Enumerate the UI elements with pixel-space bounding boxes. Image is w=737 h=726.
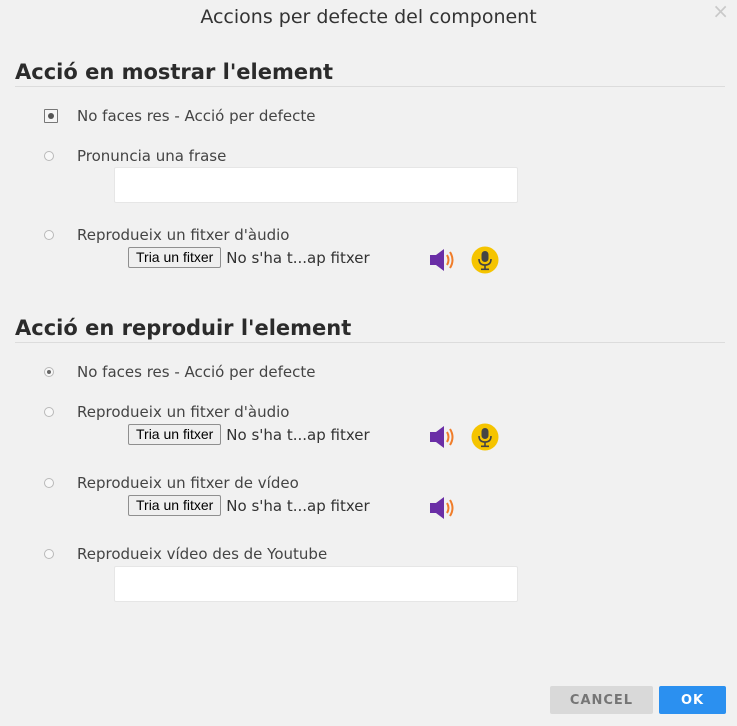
option-label: Reprodueix un fitxer de vídeo: [77, 474, 299, 492]
choose-file-button[interactable]: Tria un fitxer: [128, 495, 222, 516]
show-option-play-audio[interactable]: Reprodueix un fitxer d'àudio: [44, 226, 289, 244]
play-option-none[interactable]: No faces res - Acció per defecte: [44, 363, 315, 381]
option-label: No faces res - Acció per defecte: [77, 107, 316, 125]
radio-button[interactable]: [44, 549, 54, 559]
play-audio-file-picker: Tria un fitxer No s'ha t...ap fitxer: [128, 424, 370, 445]
choose-file-button[interactable]: Tria un fitxer: [128, 424, 222, 445]
dialog-title: Accions per defecte del component: [200, 6, 537, 28]
speaker-icon[interactable]: [428, 494, 458, 522]
option-label: No faces res - Acció per defecte: [77, 363, 316, 381]
close-icon[interactable]: ×: [712, 1, 729, 21]
option-label: Reprodueix vídeo des de Youtube: [77, 545, 328, 563]
file-status: No s'ha t...ap fitxer: [226, 248, 370, 267]
microphone-icon[interactable]: [471, 246, 499, 274]
play-option-play-audio[interactable]: Reprodueix un fitxer d'àudio: [44, 403, 289, 421]
radio-button[interactable]: [44, 151, 54, 161]
play-video-file-picker: Tria un fitxer No s'ha t...ap fitxer: [128, 495, 370, 516]
ok-button[interactable]: OK: [659, 686, 726, 714]
cancel-button[interactable]: CANCEL: [550, 686, 653, 714]
show-option-speak-phrase[interactable]: Pronuncia una frase: [44, 147, 226, 165]
option-label: Reprodueix un fitxer d'àudio: [77, 226, 290, 244]
phrase-input[interactable]: [114, 167, 518, 203]
show-action-section-title: Acció en mostrar l'element: [15, 60, 725, 87]
play-option-youtube[interactable]: Reprodueix vídeo des de Youtube: [44, 545, 327, 563]
radio-button[interactable]: [44, 478, 54, 488]
choose-file-button[interactable]: Tria un fitxer: [128, 247, 222, 268]
file-status: No s'ha t...ap fitxer: [226, 425, 370, 444]
file-status: No s'ha t...ap fitxer: [226, 496, 370, 515]
radio-button[interactable]: [44, 109, 58, 123]
speaker-icon[interactable]: [428, 246, 458, 274]
youtube-url-input[interactable]: [114, 566, 518, 602]
option-label: Pronuncia una frase: [77, 147, 227, 165]
speaker-icon[interactable]: [428, 423, 458, 451]
radio-button[interactable]: [44, 230, 54, 240]
play-action-section-title: Acció en reproduir l'element: [15, 316, 725, 343]
radio-button[interactable]: [44, 407, 54, 417]
show-option-none[interactable]: No faces res - Acció per defecte: [44, 107, 315, 125]
microphone-icon[interactable]: [471, 423, 499, 451]
radio-button[interactable]: [44, 367, 54, 377]
show-audio-file-picker: Tria un fitxer No s'ha t...ap fitxer: [128, 247, 370, 268]
play-option-play-video[interactable]: Reprodueix un fitxer de vídeo: [44, 474, 299, 492]
option-label: Reprodueix un fitxer d'àudio: [77, 403, 290, 421]
